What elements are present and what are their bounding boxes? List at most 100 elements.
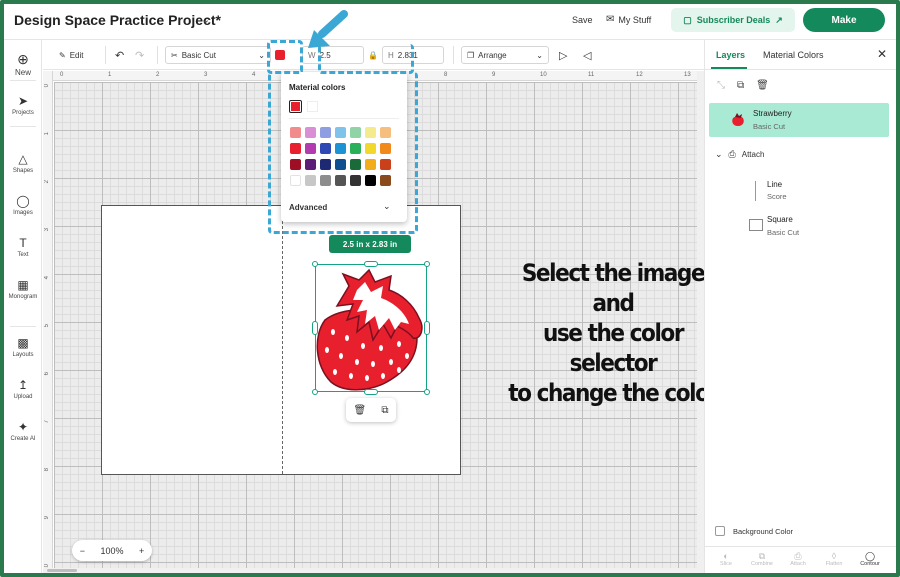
ruler-number: 13	[684, 72, 691, 78]
layer-name-line[interactable]: Line	[767, 180, 782, 189]
scrollbar-thumb[interactable]	[47, 569, 77, 572]
background-label: Background Color	[733, 526, 794, 536]
flatten-icon: ◊	[831, 551, 837, 561]
ruler-number: 2	[156, 72, 160, 78]
size-badge: 2.5 in x 2.83 in	[329, 235, 411, 253]
resize-handle[interactable]	[424, 261, 430, 267]
operation-value: Basic Cut	[181, 50, 216, 60]
selection-box[interactable]	[315, 264, 427, 392]
mail-icon: ✉	[606, 14, 615, 25]
layers-panel: Layers Material Colors ✕ ⤡ ⧉ 🗑 Strawberr…	[704, 40, 897, 573]
sidebar-item-shapes[interactable]: △ Shapes	[4, 152, 42, 174]
make-button[interactable]: Make	[803, 8, 885, 32]
contour-button[interactable]: ◯ Contour	[853, 551, 887, 567]
ungroup-icon[interactable]: ⤡	[717, 80, 725, 91]
tab-layers[interactable]: Layers	[716, 50, 745, 60]
operation-select[interactable]: ✂ Basic Cut ⌄	[165, 46, 271, 64]
zoom-control: − 100% +	[72, 540, 152, 561]
layer-operation: Basic Cut	[767, 228, 800, 237]
resize-handle[interactable]	[364, 261, 378, 267]
resize-handle[interactable]	[312, 321, 318, 335]
tag-icon: ▢	[683, 14, 692, 25]
undo-icon: ↶	[115, 49, 125, 62]
my-stuff-button[interactable]: ✉ My Stuff	[606, 14, 651, 25]
slice-icon: ◐	[723, 551, 729, 561]
new-button[interactable]: ⊕ New	[4, 52, 42, 77]
sidebar-item-text[interactable]: T Text	[4, 236, 42, 258]
trash-icon[interactable]: 🗑	[756, 80, 769, 91]
layer-row-strawberry[interactable]: Strawberry Basic Cut	[709, 103, 889, 137]
layer-operation: Basic Cut	[753, 122, 786, 131]
ruler-left: 012345678910	[43, 71, 53, 573]
plus-circle-icon: ⊕	[17, 51, 29, 67]
duplicate-icon[interactable]: ⧉	[381, 405, 388, 416]
sidebar-item-monogram[interactable]: ▦ Monogram	[4, 278, 42, 300]
resize-handle[interactable]	[424, 389, 430, 395]
redo-icon: ↷	[135, 49, 145, 62]
scissors-icon: ✂	[171, 50, 178, 60]
chevron-down-icon[interactable]: ⌄	[715, 149, 723, 160]
sidebar-label: Text	[17, 252, 29, 258]
save-button[interactable]: Save	[572, 15, 593, 25]
edit-button[interactable]: ✎ Edit	[59, 46, 84, 64]
action-label: Attach	[790, 561, 806, 567]
resize-handle[interactable]	[364, 389, 378, 395]
ruler-number: 9	[492, 72, 496, 78]
project-title[interactable]: Design Space Practice Project*	[14, 12, 221, 28]
sidebar-item-upload[interactable]: ↥ Upload	[4, 378, 42, 400]
subscriber-deals-label: Subscriber Deals	[696, 15, 771, 25]
sidebar-item-images[interactable]: ◯ Images	[4, 194, 42, 216]
ruler-number: 9	[44, 516, 50, 520]
ruler-number: 0	[60, 72, 64, 78]
sidebar-item-create-ai[interactable]: ✦ Create AI	[4, 420, 42, 442]
ruler-number: 6	[44, 372, 50, 376]
sidebar-item-layouts[interactable]: ▩ Layouts	[4, 336, 42, 358]
layer-operation: Score	[767, 192, 787, 201]
duplicate-icon[interactable]: ⧉	[737, 80, 744, 91]
background-color-row[interactable]: Background Color	[715, 526, 793, 536]
new-label: New	[14, 68, 31, 77]
score-line[interactable]	[282, 206, 283, 474]
ruler-number: 11	[588, 72, 595, 78]
chevron-down-icon[interactable]: ⌄	[201, 13, 210, 26]
text-icon: T	[19, 236, 27, 250]
ruler-number: 4	[252, 72, 256, 78]
instruction-line: use the color selector	[542, 319, 685, 377]
flip-horizontal-icon: ▷	[559, 49, 568, 62]
combine-button[interactable]: ⧉ Combine	[745, 551, 779, 567]
resize-handle[interactable]	[312, 261, 318, 267]
my-stuff-label: My Stuff	[618, 14, 652, 25]
active-tab-indicator	[711, 67, 747, 69]
resize-handle[interactable]	[424, 321, 430, 335]
undo-button[interactable]: ↶	[115, 46, 124, 64]
shapes-icon: △	[18, 152, 28, 166]
top-bar: Design Space Practice Project* ⌄ Save ✉ …	[4, 4, 896, 40]
arrange-select[interactable]: ❐ Arrange ⌄	[461, 46, 549, 64]
flatten-button[interactable]: ◊ Flatten	[817, 551, 851, 567]
flip-vertical-button[interactable]: ◁	[583, 46, 591, 64]
redo-button[interactable]: ↷	[135, 46, 144, 64]
zoom-in-icon[interactable]: +	[139, 546, 144, 556]
tab-material-colors[interactable]: Material Colors	[763, 50, 824, 60]
ruler-number: 1	[44, 132, 50, 136]
sidebar-item-projects[interactable]: ➤ Projects	[4, 94, 42, 116]
panel-tabs: Layers Material Colors ✕	[705, 40, 897, 70]
horizontal-scrollbar[interactable]	[43, 568, 697, 573]
attach-button[interactable]: ⎙ Attach	[781, 551, 815, 567]
zoom-out-icon[interactable]: −	[80, 546, 85, 556]
line-thumbnail	[755, 181, 756, 201]
instruction-line: Select the image and	[521, 259, 706, 317]
flip-horizontal-button[interactable]: ▷	[559, 46, 567, 64]
slice-button[interactable]: ◐ Slice	[709, 551, 743, 567]
background-checkbox[interactable]	[715, 526, 725, 536]
trash-icon[interactable]: 🗑	[354, 405, 367, 416]
combine-icon: ⧉	[758, 551, 766, 561]
ruler-number: 7	[44, 420, 50, 424]
subscriber-deals-button[interactable]: ▢ Subscriber Deals ↗	[671, 8, 795, 32]
layer-name-square[interactable]: Square	[767, 215, 793, 224]
resize-handle[interactable]	[312, 389, 318, 395]
sidebar-label: Upload	[13, 394, 33, 400]
action-label: Slice	[720, 561, 732, 567]
close-icon[interactable]: ✕	[877, 47, 887, 61]
group-row-attach[interactable]: ⌄ ⎙ Attach	[715, 149, 764, 160]
